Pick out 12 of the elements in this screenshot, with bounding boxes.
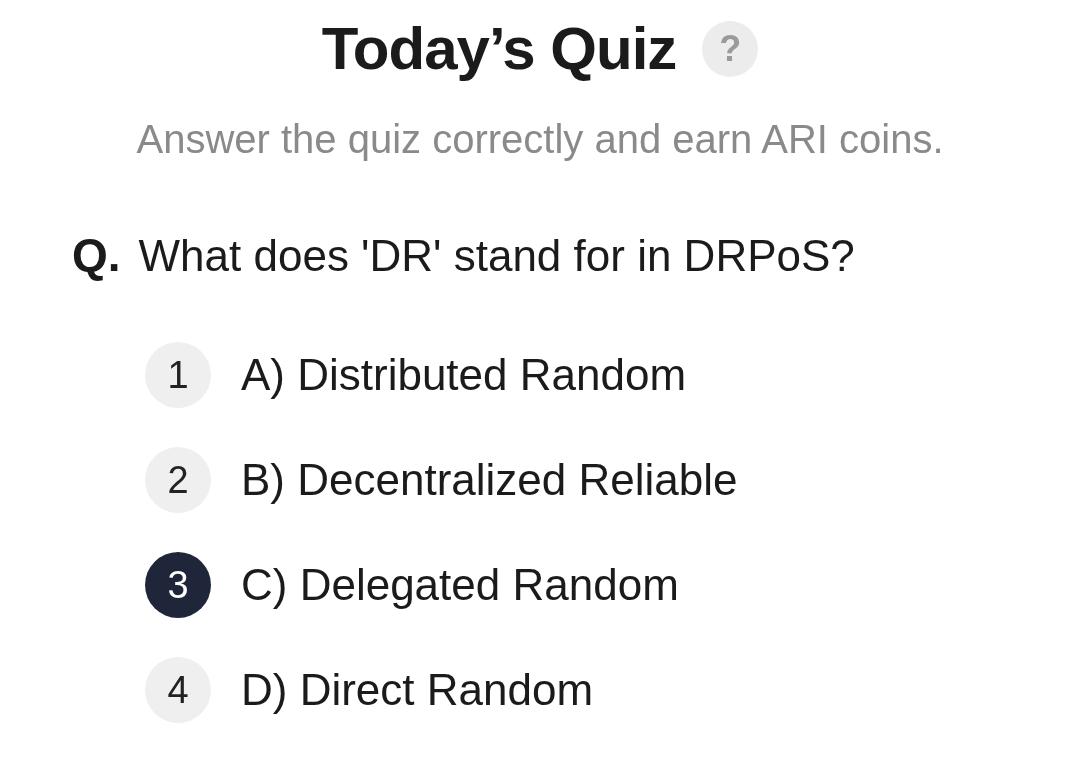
quiz-subtitle: Answer the quiz correctly and earn ARI coins. (135, 117, 945, 162)
option-number[interactable]: 1 (145, 342, 211, 408)
option-number[interactable]: 4 (145, 657, 211, 723)
option-label[interactable]: C) Delegated Random (241, 560, 679, 610)
question-prefix: Q. (72, 228, 121, 282)
option-number[interactable]: 2 (145, 447, 211, 513)
quiz-title: Today’s Quiz (321, 14, 677, 83)
option-number[interactable]: 3 (145, 552, 211, 618)
option-label[interactable]: B) Decentralized Reliable (241, 455, 738, 505)
option-label[interactable]: A) Distributed Random (241, 350, 687, 400)
question-text: What does 'DR' stand for in DRPoS? (138, 231, 855, 281)
option-label[interactable]: D) Direct Random (241, 665, 594, 715)
